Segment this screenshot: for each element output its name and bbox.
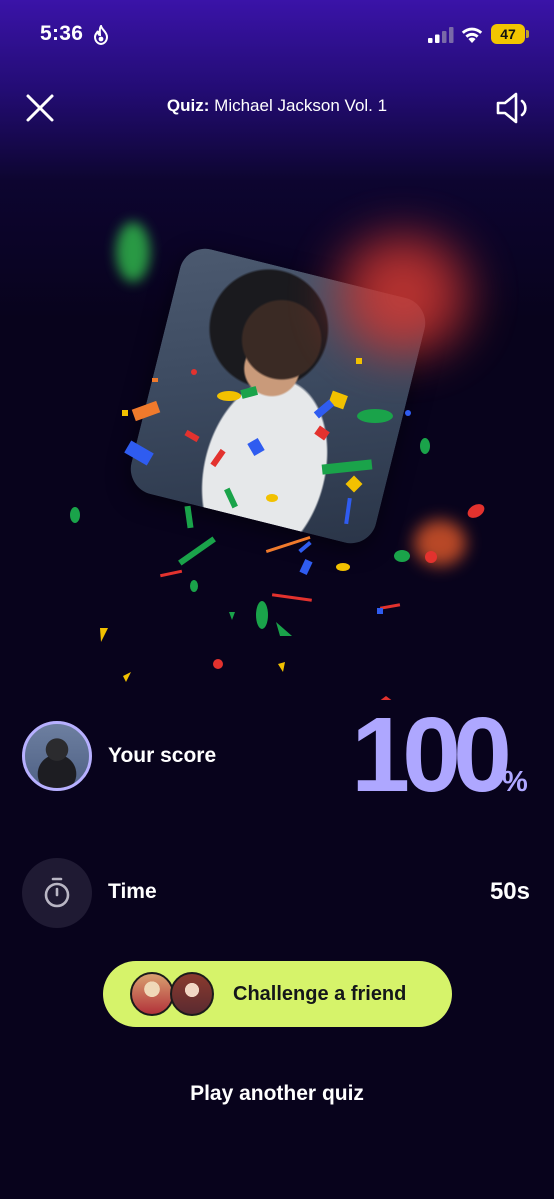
challenge-friend-button[interactable]: Challenge a friend [103, 961, 452, 1027]
battery-indicator: 47 [491, 24, 525, 44]
time-value: 50s [489, 878, 530, 905]
status-time: 5:36 [40, 22, 84, 45]
timer-badge [22, 858, 92, 928]
sound-button[interactable] [494, 89, 532, 127]
score-value: 100 [351, 696, 512, 814]
time-label: Time [108, 880, 157, 903]
close-icon [26, 94, 54, 122]
status-bar: 5:36 47 [0, 0, 554, 70]
battery-tip [526, 30, 529, 38]
confetti-blur-orange [414, 520, 466, 566]
friend-avatar [170, 972, 214, 1016]
quiz-title-name: Michael Jackson Vol. 1 [214, 96, 388, 115]
flame-icon [93, 25, 109, 45]
speaker-icon [496, 92, 527, 124]
challenge-friend-label: Challenge a friend [233, 983, 407, 1005]
stopwatch-icon [44, 877, 70, 908]
confetti-blur-green [116, 222, 150, 282]
user-avatar [22, 721, 92, 791]
close-button[interactable] [22, 90, 58, 126]
friend-avatar [130, 972, 174, 1016]
wifi-icon [461, 27, 483, 43]
score-label: Your score [108, 744, 217, 767]
quiz-title-label: Quiz: [166, 96, 210, 115]
quiz-title: Quiz: Michael Jackson Vol. 1 [120, 96, 434, 116]
quiz-result-screen: 5:36 47 Quiz: Michael Jackson Vol. 1 You… [0, 0, 554, 1199]
score-unit: % [502, 766, 528, 798]
play-another-quiz-link[interactable]: Play another quiz [127, 1082, 427, 1106]
confetti-blur-red [318, 230, 488, 360]
cellular-signal-icon [428, 27, 454, 43]
